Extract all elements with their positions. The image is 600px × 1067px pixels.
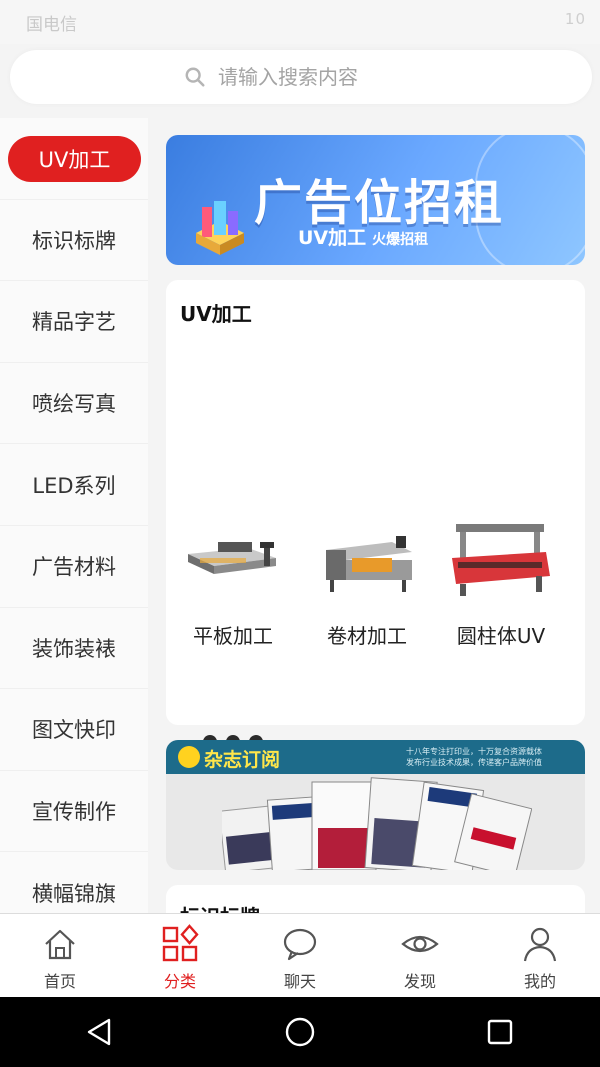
- sidebar-item-label: 装饰装裱: [32, 636, 116, 661]
- clock-label: 10: [564, 10, 586, 28]
- tab-category[interactable]: 分类: [120, 914, 240, 997]
- search-input[interactable]: [218, 65, 418, 89]
- grid-item-flatbed[interactable]: 平板加工: [166, 514, 300, 649]
- sidebar-item-banners[interactable]: 横幅锦旗: [0, 852, 148, 913]
- magazine-title: 杂志订阅: [204, 749, 281, 771]
- banner-subtitle: UV加工 火爆招租: [298, 223, 428, 250]
- sidebar-item-quickprint[interactable]: 图文快印: [0, 689, 148, 771]
- home-icon: [45, 929, 75, 960]
- sidebar-item-label: 图文快印: [32, 718, 116, 743]
- sidebar-item-inkjet[interactable]: 喷绘写真: [0, 362, 148, 445]
- grid-item-roll[interactable]: 卷材加工: [300, 514, 434, 649]
- section-title: UV加工: [180, 302, 252, 326]
- bottom-tab-bar: 首页 分类 聊天 发现 我的: [0, 913, 600, 997]
- banner-subtitle-main: UV加工: [298, 227, 367, 249]
- tab-label: 首页: [43, 972, 76, 991]
- eye-icon: [401, 935, 439, 953]
- category-sidebar: UV加工 标识标牌 精品字艺 喷绘写真 LED系列 广告材料 装饰装裱 图文快印…: [0, 118, 148, 913]
- sidebar-item-label: 横幅锦旗: [32, 881, 116, 906]
- tab-label: 发现: [403, 972, 436, 991]
- sidebar-item-materials[interactable]: 广告材料: [0, 525, 148, 608]
- city-illustration-icon: [196, 201, 244, 255]
- main-content: 广告位招租 UV加工 火爆招租 UV加工 平板加工 卷材加工 圆柱体UV 杂志订…: [166, 135, 585, 870]
- sidebar-item-label: 广告材料: [32, 555, 116, 580]
- recents-square-icon: [487, 1019, 513, 1045]
- magazine-logo-icon: [178, 746, 200, 768]
- search-bar[interactable]: [10, 50, 592, 104]
- grid-item-cylinder[interactable]: 圆柱体UV: [434, 514, 568, 649]
- sidebar-item-label: LED系列: [32, 473, 116, 498]
- magazine-slogan-line1: 十八年专注打印业，十万复合资源载体: [406, 747, 542, 756]
- roll-printer-icon: [326, 536, 412, 592]
- magazine-slogan: 十八年专注打印业，十万复合资源载体 发布行业技术成果，传递客户品牌价值: [406, 746, 542, 768]
- magazine-slogan-line2: 发布行业技术成果，传递客户品牌价值: [406, 758, 542, 767]
- magazine-covers-icon: [222, 777, 532, 870]
- sidebar-item-uv[interactable]: UV加工: [0, 118, 148, 200]
- tab-label: 聊天: [283, 972, 316, 991]
- sidebar-item-promo[interactable]: 宣传制作: [0, 770, 148, 853]
- search-icon: [185, 67, 205, 87]
- sidebar-item-label: 宣传制作: [32, 800, 116, 825]
- cylinder-printer-icon: [452, 524, 550, 596]
- sidebar-item-signage[interactable]: 标识标牌: [0, 199, 148, 282]
- tab-home[interactable]: 首页: [0, 914, 120, 997]
- sidebar-item-decoration[interactable]: 装饰装裱: [0, 607, 148, 690]
- sidebar-item-label: 精品字艺: [32, 310, 116, 335]
- sidebar-item-label: 标识标牌: [32, 228, 116, 253]
- grid-item-label: 平板加工: [193, 624, 273, 648]
- status-bar: 国电信 10: [0, 0, 600, 44]
- sidebar-item-lettering[interactable]: 精品字艺: [0, 281, 148, 363]
- sidebar-item-label: UV加工: [8, 136, 141, 182]
- user-icon: [523, 927, 557, 962]
- tab-discover[interactable]: 发现: [360, 914, 480, 997]
- tab-chat[interactable]: 聊天: [240, 914, 360, 997]
- carrier-label: 国电信: [26, 15, 77, 35]
- back-button[interactable]: [70, 1002, 130, 1062]
- grid-item-label: 圆柱体UV: [456, 624, 546, 648]
- magazine-banner[interactable]: 杂志订阅 十八年专注打印业，十万复合资源载体 发布行业技术成果，传递客户品牌价值: [166, 740, 585, 870]
- chat-icon: [283, 928, 317, 961]
- sidebar-item-led[interactable]: LED系列: [0, 444, 148, 526]
- recents-button[interactable]: [470, 1002, 530, 1062]
- system-nav-bar: [0, 997, 600, 1067]
- home-button[interactable]: [270, 1002, 330, 1062]
- ad-banner[interactable]: 广告位招租 UV加工 火爆招租: [166, 135, 585, 265]
- category-icon: [162, 924, 199, 962]
- grid-item-label: 卷材加工: [327, 624, 407, 648]
- uv-section-card: UV加工 平板加工 卷材加工 圆柱体UV: [166, 280, 585, 842]
- home-circle-icon: [285, 1017, 315, 1047]
- back-triangle-icon: [87, 1018, 111, 1046]
- banner-subtitle-small: 火爆招租: [372, 232, 429, 248]
- sidebar-item-label: 喷绘写真: [32, 392, 116, 417]
- flatbed-printer-icon: [188, 542, 276, 574]
- tab-profile[interactable]: 我的: [480, 914, 600, 997]
- tab-label: 我的: [523, 972, 556, 991]
- tab-label: 分类: [163, 972, 196, 991]
